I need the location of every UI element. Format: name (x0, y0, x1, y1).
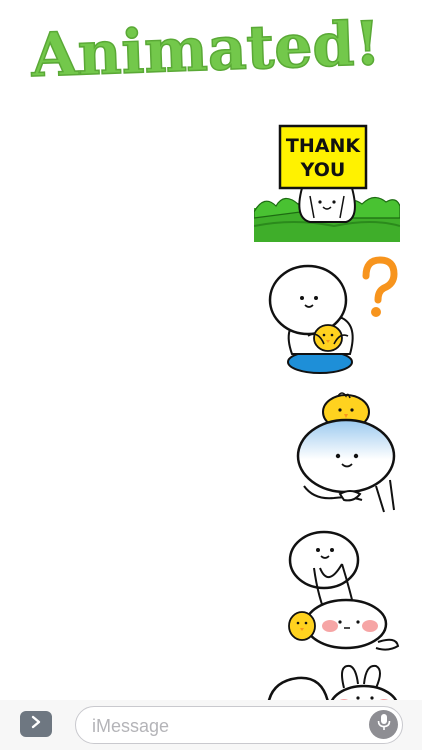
question-mark-sticker[interactable] (262, 254, 402, 378)
bunny-hug-sticker[interactable] (284, 528, 402, 652)
sign-text-line1: THANK (286, 135, 361, 157)
app-title-text: Animated! (29, 9, 382, 91)
imessage-field[interactable] (75, 706, 403, 744)
chevron-right-icon (29, 715, 43, 734)
bunny-peek-sticker[interactable] (264, 662, 404, 700)
thank-you-sticker[interactable]: THANK YOU (253, 122, 401, 242)
app-title: Animated! (0, 2, 422, 94)
expand-apps-button[interactable] (20, 711, 52, 737)
microphone-icon (377, 713, 391, 736)
dictation-button[interactable] (369, 710, 398, 739)
message-composer (0, 700, 422, 750)
message-input[interactable] (90, 711, 364, 741)
sign-text-line2: YOU (300, 159, 346, 181)
chick-on-head-sticker[interactable] (290, 390, 400, 516)
